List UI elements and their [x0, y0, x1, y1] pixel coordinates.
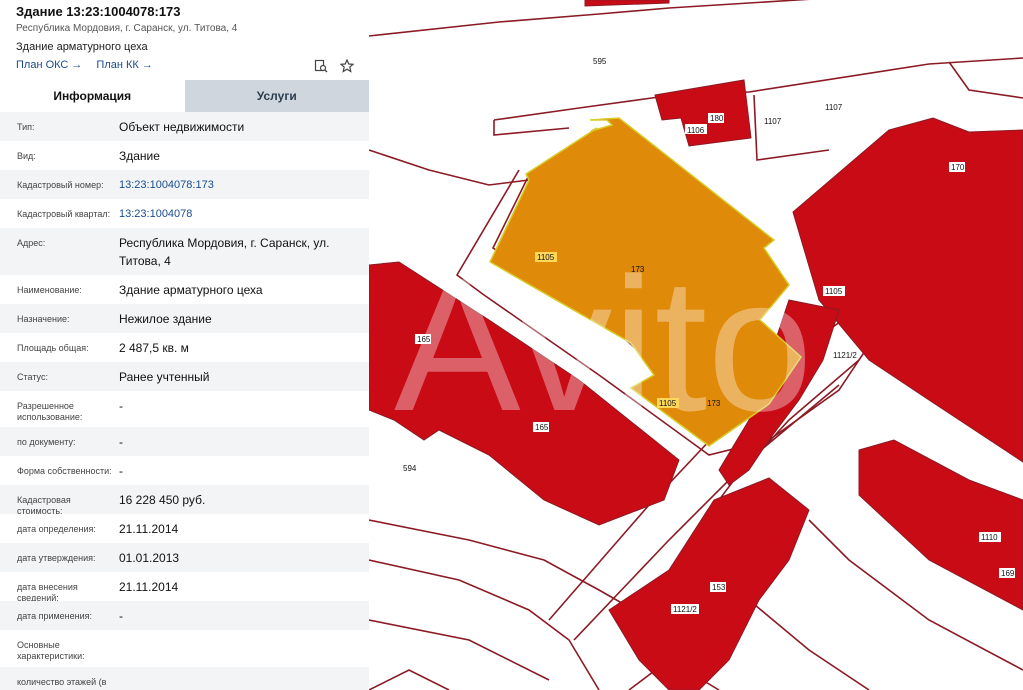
label-165a: 165: [417, 335, 431, 344]
plan-kk-link[interactable]: План КК →: [96, 59, 152, 71]
label-1110: 1110: [981, 533, 998, 542]
label-595: 595: [593, 57, 607, 66]
label-1105c: 1105: [659, 399, 677, 408]
info-row-label: Тип:: [17, 122, 35, 132]
info-row-label: количество этажей (в том: [17, 677, 107, 690]
info-row-value: Ранее учтенный: [119, 370, 210, 384]
info-row: Основные характеристики:: [0, 630, 369, 667]
info-row-value[interactable]: 13:23:1004078:173: [118, 176, 369, 194]
info-row-value: 16 228 450 руб.: [119, 493, 206, 507]
watermark: Avito: [394, 239, 813, 451]
info-row: Форма собственности: -: [0, 456, 369, 485]
label-169: 169: [1001, 569, 1015, 578]
info-row-value: 01.01.2013: [119, 551, 180, 565]
info-row: Наименование: Здание арматурного цеха: [0, 275, 369, 304]
info-row-value: -: [119, 464, 123, 478]
object-title: Здание 13:23:1004078:173: [16, 4, 181, 19]
info-row-label: дата утверждения:: [17, 553, 96, 563]
cadastral-map[interactable]: Avito 595 180 1106 1107 1107 170 1105 17…: [369, 0, 1023, 690]
info-row-label: Основные характеристики:: [17, 640, 85, 661]
info-row: Кадастровый квартал: 13:23:1004078: [0, 199, 369, 228]
info-row: Кадастровая стоимость: 16 228 450 руб.: [0, 485, 369, 516]
label-1121-2b: 1121/2: [673, 605, 697, 614]
label-1121-2a: 1121/2: [833, 351, 857, 360]
info-row: дата определения: 21.11.2014: [0, 514, 369, 543]
info-row: дата внесения сведений: 21.11.2014: [0, 572, 369, 603]
info-row: Тип: Объект недвижимости: [0, 112, 369, 141]
info-row-label: Вид:: [17, 151, 36, 161]
info-row: по документу: -: [0, 427, 369, 456]
info-row: Кадастровый номер: 13:23:1004078:173: [0, 170, 369, 199]
info-row-value: -: [119, 399, 123, 413]
info-row-label: Форма собственности:: [17, 466, 112, 476]
plan-links: План ОКС → План КК →: [16, 59, 153, 71]
object-name: Здание арматурного цеха: [16, 41, 148, 53]
header-actions: [313, 58, 355, 74]
info-row-value[interactable]: 13:23:1004078: [118, 205, 369, 223]
info-row-label: Разрешенное использование:: [17, 401, 83, 422]
label-153: 153: [712, 583, 726, 592]
label-1105a: 1105: [537, 253, 555, 262]
label-1107a: 1107: [764, 117, 782, 126]
info-row-value: -: [119, 609, 123, 623]
label-594: 594: [403, 464, 417, 473]
info-row-label: Адрес:: [17, 238, 46, 248]
info-row: Адрес: Республика Мордовия, г. Саранск, у…: [0, 228, 369, 275]
info-row-label: Площадь общая:: [17, 343, 89, 353]
info-row-value: Здание арматурного цеха: [119, 283, 263, 297]
info-row: Разрешенное использование: -: [0, 391, 369, 427]
label-173a: 173: [631, 265, 645, 274]
panel-tabs: Информация Услуги: [0, 80, 369, 112]
info-row: Назначение: Нежилое здание: [0, 304, 369, 333]
plan-oks-link[interactable]: План ОКС →: [16, 59, 82, 71]
label-1106: 1106: [687, 126, 705, 135]
info-row: Статус: Ранее учтенный: [0, 362, 369, 391]
label-1107b: 1107: [825, 103, 843, 112]
info-row: дата утверждения: 01.01.2013: [0, 543, 369, 572]
info-row-value: Здание: [119, 149, 160, 163]
star-icon[interactable]: [339, 58, 355, 74]
info-row-label: Назначение:: [17, 314, 70, 324]
info-row-value: -: [119, 435, 123, 449]
info-row-value: 21.11.2014: [119, 522, 179, 536]
info-row-value: 21.11.2014: [119, 580, 179, 594]
label-173b: 173: [707, 399, 721, 408]
info-row-label: дата применения:: [17, 611, 93, 621]
tab-services[interactable]: Услуги: [184, 80, 369, 112]
search-document-icon[interactable]: [313, 58, 329, 74]
info-row-label: дата определения:: [17, 524, 96, 534]
info-row-label: по документу:: [17, 437, 76, 447]
info-row: Площадь общая: 2 487,5 кв. м: [0, 333, 369, 362]
info-panel: Здание 13:23:1004078:173 Республика Морд…: [0, 0, 370, 690]
info-row-value: Нежилое здание: [119, 312, 212, 326]
info-table: Тип: Объект недвижимости Вид: Здание Кадастр…: [0, 112, 369, 690]
label-1105b: 1105: [825, 287, 843, 296]
info-row-value: Республика Мордовия, г. Саранск, ул. Тит…: [119, 236, 330, 268]
info-row: количество этажей (в том: [0, 667, 369, 690]
label-170: 170: [951, 163, 965, 172]
label-165b: 165: [535, 423, 549, 432]
tab-info[interactable]: Информация: [0, 80, 185, 112]
info-row-label: Статус:: [17, 372, 48, 382]
info-row: Вид: Здание: [0, 141, 369, 170]
label-180: 180: [710, 114, 724, 123]
info-row: дата применения: -: [0, 601, 369, 630]
object-address: Республика Мордовия, г. Саранск, ул. Тит…: [16, 23, 238, 34]
info-row-label: Наименование:: [17, 285, 82, 295]
info-row-value: 2 487,5 кв. м: [119, 341, 189, 355]
info-row-label: Кадастровый квартал:: [17, 209, 111, 219]
info-row-value: Объект недвижимости: [119, 120, 245, 134]
info-row-label: Кадастровый номер:: [17, 180, 104, 190]
